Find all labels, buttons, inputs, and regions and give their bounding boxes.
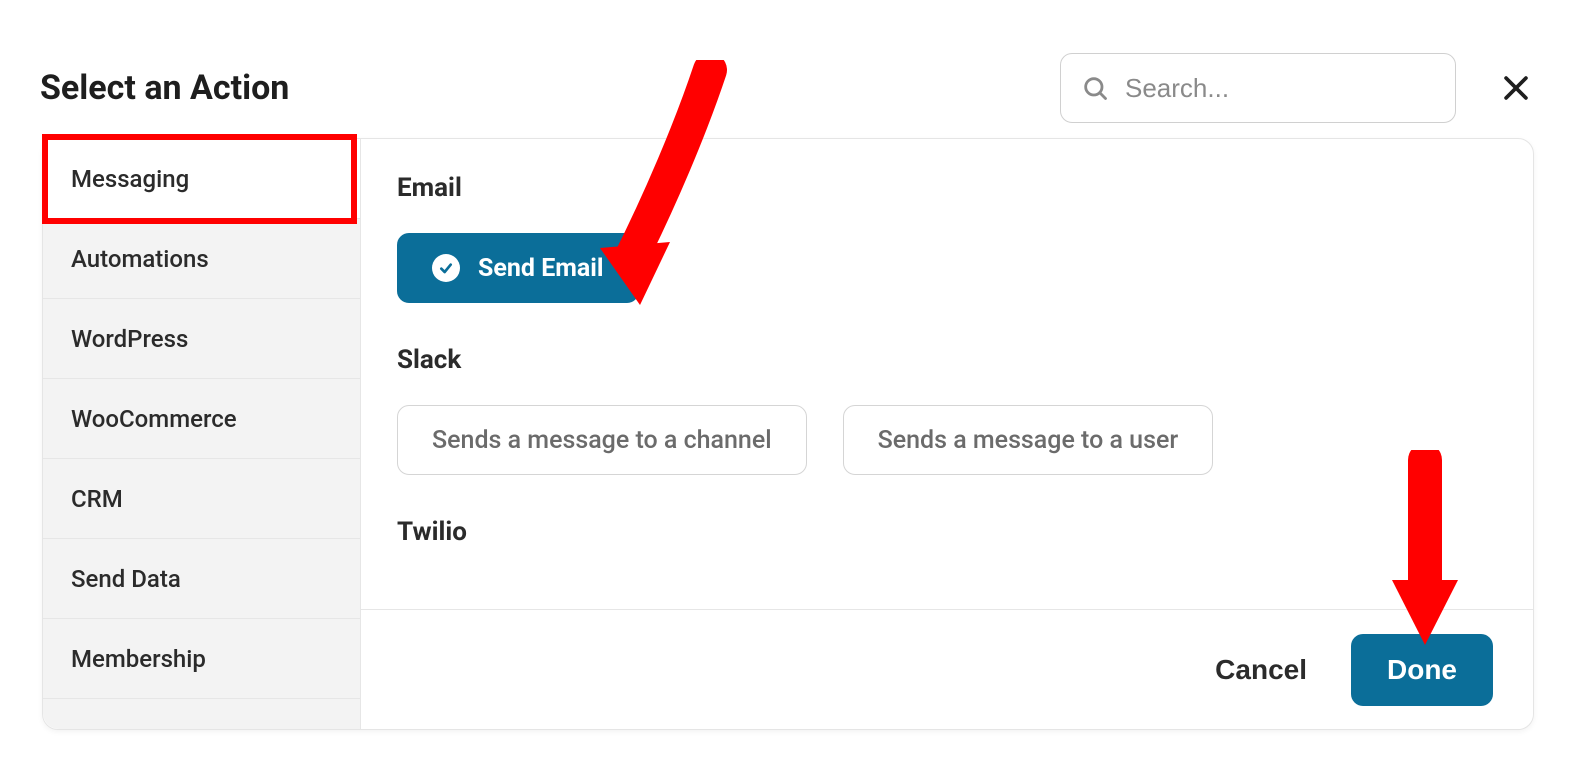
modal-footer: Cancel Done — [361, 609, 1533, 729]
sidebar-item-label: WordPress — [71, 325, 188, 353]
modal-title: Select an Action — [40, 68, 289, 108]
group-title: Slack — [397, 345, 1497, 375]
sidebar-item-label: WooCommerce — [71, 405, 237, 433]
close-button[interactable] — [1498, 70, 1534, 106]
action-chip-label: Sends a message to a user — [878, 426, 1179, 455]
group-title: Email — [397, 173, 1497, 203]
cancel-button[interactable]: Cancel — [1215, 654, 1307, 686]
sidebar-item-automations[interactable]: Automations — [43, 219, 360, 299]
sidebar: Messaging Automations WordPress WooCommerce… — [43, 139, 361, 729]
sidebar-item-messaging[interactable]: Messaging — [43, 139, 360, 219]
sidebar-item-label: Messaging — [71, 165, 189, 193]
sidebar-item-label: Automations — [71, 245, 209, 273]
sidebar-item-wordpress[interactable]: WordPress — [43, 299, 360, 379]
group-title: Twilio — [397, 517, 1497, 547]
check-icon — [432, 254, 460, 282]
sidebar-item-membership[interactable]: Membership — [43, 619, 360, 699]
action-chip-label: Send Email — [478, 254, 604, 283]
sidebar-item-label: Send Data — [71, 565, 181, 593]
search-input[interactable] — [1125, 73, 1460, 104]
action-chip[interactable]: Sends a message to a channel — [397, 405, 807, 475]
sidebar-item-woocommerce[interactable]: WooCommerce — [43, 379, 360, 459]
action-selector-modal: Messaging Automations WordPress WooCommerce… — [42, 138, 1534, 730]
action-chip[interactable]: Send Email — [397, 233, 639, 303]
close-icon — [1499, 71, 1533, 105]
action-chip[interactable]: Sends a message to a user — [843, 405, 1214, 475]
action-chip-label: Sends a message to a channel — [432, 426, 772, 455]
done-button[interactable]: Done — [1351, 634, 1493, 706]
sidebar-item-crm[interactable]: CRM — [43, 459, 360, 539]
search-box[interactable] — [1060, 53, 1456, 123]
search-icon — [1081, 74, 1109, 102]
content-area: Email Send Email Slack Sends a message to a… — [361, 139, 1533, 729]
sidebar-item-label: Membership — [71, 645, 206, 673]
sidebar-item-send-data[interactable]: Send Data — [43, 539, 360, 619]
sidebar-item-label: CRM — [71, 485, 123, 513]
